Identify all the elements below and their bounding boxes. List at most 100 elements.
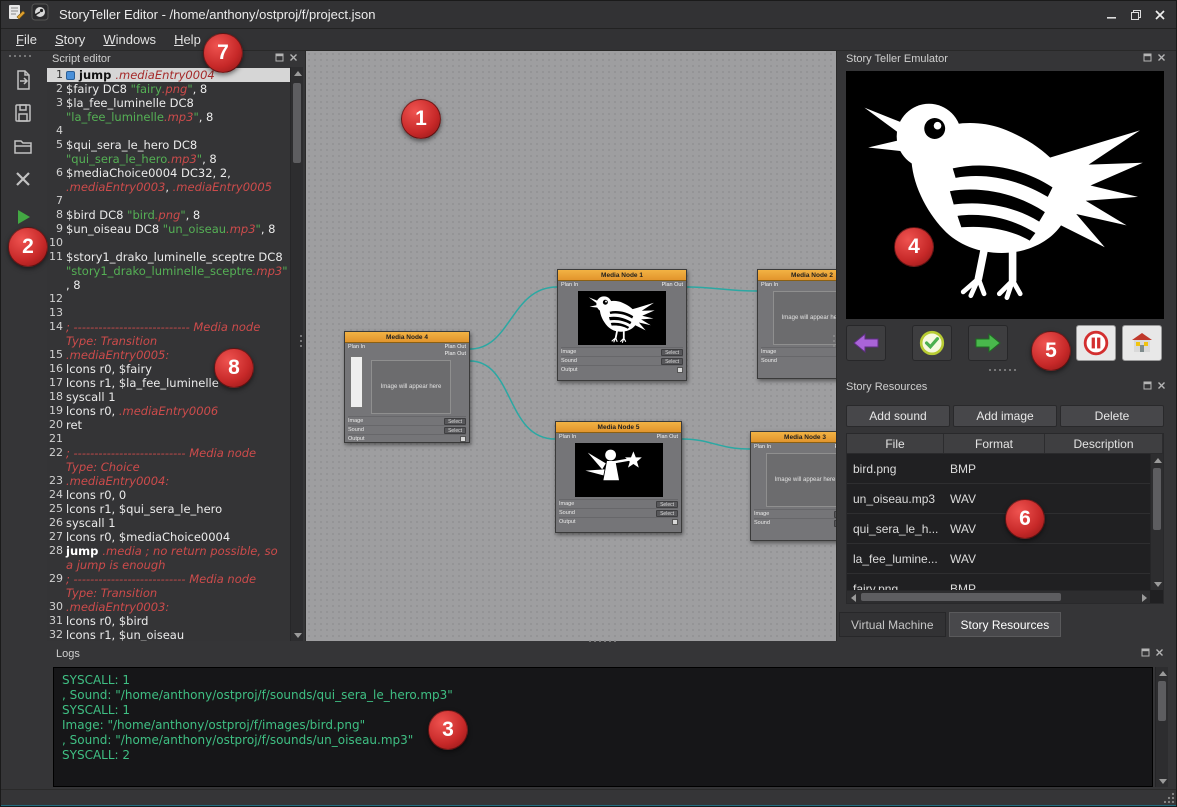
select-sound-button[interactable]: Select bbox=[656, 510, 678, 517]
media-node[interactable]: Media Node 5 Plan In Plan Out ImageSelec… bbox=[555, 421, 682, 533]
media-node[interactable]: Media Node 3 Plan In Plan Out Image will… bbox=[750, 431, 837, 541]
table-vscrollbar[interactable] bbox=[1150, 454, 1163, 590]
table-row[interactable]: fairy.pngBMP bbox=[847, 574, 1150, 590]
code-line[interactable]: 21 bbox=[47, 432, 290, 446]
delete-resource-button[interactable]: Delete bbox=[1060, 405, 1164, 427]
code-line[interactable]: 26syscall 1 bbox=[47, 516, 290, 530]
maximize-button[interactable] bbox=[1124, 5, 1148, 25]
resize-grip[interactable] bbox=[1164, 792, 1175, 803]
port-out-label[interactable]: Plan Out bbox=[445, 351, 466, 357]
code-line[interactable]: 14; ---------------------------- Media n… bbox=[47, 320, 290, 348]
splitter-handle[interactable] bbox=[300, 335, 302, 347]
menu-help[interactable]: Help bbox=[165, 30, 210, 49]
next-button[interactable] bbox=[968, 325, 1008, 361]
node-graph-canvas[interactable]: Media Node 4 Plan In Plan Out Plan Out I… bbox=[305, 51, 837, 641]
node-title[interactable]: Media Node 1 bbox=[558, 270, 686, 281]
add-sound-button[interactable]: Add sound bbox=[846, 405, 950, 427]
select-image-button[interactable]: Select bbox=[661, 349, 683, 356]
toolbar-handle[interactable] bbox=[9, 55, 31, 57]
close-dock-icon[interactable] bbox=[1157, 53, 1166, 65]
media-node[interactable]: Media Node 1 Plan In Plan Out ImageSelec… bbox=[557, 269, 687, 381]
output-checkbox[interactable] bbox=[672, 519, 678, 525]
pause-button[interactable] bbox=[1076, 325, 1116, 361]
code-line[interactable]: 28jump .media ; no return possible, so a… bbox=[47, 544, 290, 572]
close-button[interactable] bbox=[1148, 5, 1172, 25]
node-option-list[interactable] bbox=[350, 356, 363, 408]
code-line[interactable]: 5$qui_sera_le_hero DC8 "qui_sera_le_hero… bbox=[47, 138, 290, 166]
port-in-label[interactable]: Plan In bbox=[561, 282, 578, 288]
output-checkbox[interactable] bbox=[460, 436, 466, 442]
code-line[interactable]: 27lcons r0, $mediaChoice0004 bbox=[47, 530, 290, 544]
menu-file[interactable]: File bbox=[7, 30, 46, 49]
code-line[interactable]: 2$fairy DC8 "fairy.png", 8 bbox=[47, 82, 290, 96]
code-line[interactable]: 7 bbox=[47, 194, 290, 208]
select-sound-button[interactable]: Select bbox=[661, 358, 683, 365]
node-title[interactable]: Media Node 5 bbox=[556, 422, 681, 433]
code-line[interactable]: 18syscall 1 bbox=[47, 390, 290, 404]
port-out-label[interactable]: Plan Out bbox=[662, 282, 683, 288]
emulator-screen[interactable] bbox=[846, 71, 1164, 319]
new-project-button[interactable] bbox=[6, 65, 40, 95]
select-image-button[interactable]: Select bbox=[834, 511, 837, 518]
validate-button[interactable] bbox=[912, 325, 952, 361]
port-in-label[interactable]: Plan In bbox=[754, 444, 771, 450]
close-dock-icon[interactable] bbox=[289, 53, 298, 65]
code-line[interactable]: 29; --------------------------- Media no… bbox=[47, 572, 290, 600]
table-row[interactable]: bird.pngBMP bbox=[847, 454, 1150, 484]
select-sound-button[interactable]: Select bbox=[444, 427, 466, 434]
node-title[interactable]: Media Node 3 bbox=[751, 432, 837, 443]
code-line[interactable]: 17lcons r1, $la_fee_luminelle bbox=[47, 376, 290, 390]
tab-story-resources[interactable]: Story Resources bbox=[949, 612, 1062, 637]
port-in-label[interactable]: Plan In bbox=[761, 282, 778, 288]
menu-story[interactable]: Story bbox=[46, 30, 94, 49]
splitter-handle[interactable] bbox=[589, 640, 616, 642]
splitter-handle[interactable] bbox=[833, 335, 835, 347]
float-dock-icon[interactable] bbox=[1141, 648, 1150, 660]
port-out-label[interactable]: Plan Out bbox=[657, 434, 678, 440]
save-project-button[interactable] bbox=[6, 98, 40, 128]
code-line[interactable]: 6$mediaChoice0004 DC32, 2, .mediaEntry00… bbox=[47, 166, 290, 194]
code-line[interactable]: 9$un_oiseau DC8 "un_oiseau.mp3", 8 bbox=[47, 222, 290, 236]
media-node[interactable]: Media Node 4 Plan In Plan Out Plan Out I… bbox=[344, 331, 470, 443]
code-line[interactable]: 3$la_fee_luminelle DC8 "la_fee_luminelle… bbox=[47, 96, 290, 124]
code-line[interactable]: 23.mediaEntry0004: bbox=[47, 474, 290, 488]
float-dock-icon[interactable] bbox=[1143, 53, 1152, 65]
tab-virtual-machine[interactable]: Virtual Machine bbox=[839, 612, 946, 637]
code-line[interactable]: 20ret bbox=[47, 418, 290, 432]
previous-button[interactable] bbox=[846, 325, 886, 361]
node-title[interactable]: Media Node 2 bbox=[758, 270, 837, 281]
code-line[interactable]: 11$story1_drako_luminelle_sceptre DC8 "s… bbox=[47, 250, 290, 292]
media-node[interactable]: Media Node 2 Plan In Plan Out Image will… bbox=[757, 269, 837, 379]
menu-windows[interactable]: Windows bbox=[94, 30, 165, 49]
port-out-label[interactable]: Plan Out bbox=[835, 444, 837, 450]
code-line[interactable]: 13 bbox=[47, 306, 290, 320]
code-line[interactable]: 16lcons r0, $fairy bbox=[47, 362, 290, 376]
column-header-format[interactable]: Format bbox=[944, 434, 1045, 453]
column-header-file[interactable]: File bbox=[847, 434, 944, 453]
code-line[interactable]: 32lcons r1, $un_oiseau bbox=[47, 628, 290, 641]
close-dock-icon[interactable] bbox=[1157, 381, 1166, 393]
port-in-label[interactable]: Plan In bbox=[559, 434, 576, 440]
code-line[interactable]: 4 bbox=[47, 124, 290, 138]
add-image-button[interactable]: Add image bbox=[953, 405, 1057, 427]
code-line[interactable]: 12 bbox=[47, 292, 290, 306]
table-row[interactable]: qui_sera_le_h...WAV bbox=[847, 514, 1150, 544]
home-button[interactable] bbox=[1122, 325, 1162, 361]
code-line[interactable]: 31lcons r0, $bird bbox=[47, 614, 290, 628]
logs-scrollbar[interactable] bbox=[1155, 667, 1168, 787]
select-image-button[interactable]: Select bbox=[656, 501, 678, 508]
column-header-description[interactable]: Description bbox=[1045, 434, 1163, 453]
table-row[interactable]: un_oiseau.mp3WAV bbox=[847, 484, 1150, 514]
script-editor[interactable]: 1jump .mediaEntry00042$fairy DC8 "fairy.… bbox=[47, 67, 290, 641]
table-row[interactable]: la_fee_lumine...WAV bbox=[847, 544, 1150, 574]
output-checkbox[interactable] bbox=[677, 367, 683, 373]
close-dock-icon[interactable] bbox=[1155, 648, 1164, 660]
code-line[interactable]: 15.mediaEntry0005: bbox=[47, 348, 290, 362]
float-dock-icon[interactable] bbox=[1143, 381, 1152, 393]
node-title[interactable]: Media Node 4 bbox=[345, 332, 469, 343]
code-line[interactable]: 10 bbox=[47, 236, 290, 250]
code-line[interactable]: 25lcons r1, $qui_sera_le_hero bbox=[47, 502, 290, 516]
code-line[interactable]: 22; --------------------------- Media no… bbox=[47, 446, 290, 474]
minimize-button[interactable] bbox=[1100, 5, 1124, 25]
code-line[interactable]: 19lcons r0, .mediaEntry0006 bbox=[47, 404, 290, 418]
